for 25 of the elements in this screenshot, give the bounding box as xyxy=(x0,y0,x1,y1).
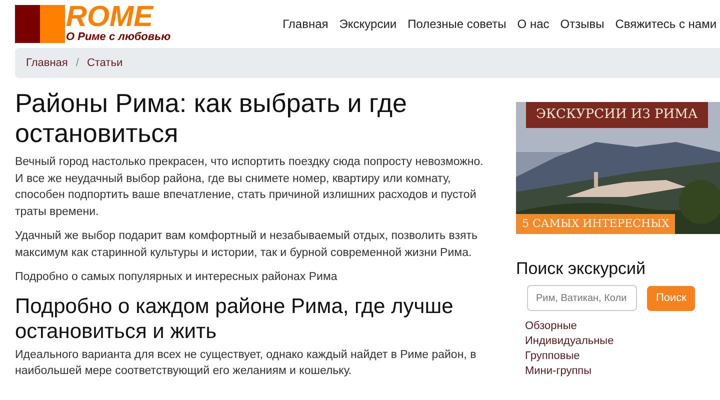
nav-link[interactable]: Полезные советы xyxy=(408,15,506,33)
nav-link[interactable]: Экскурсии xyxy=(339,15,397,33)
nav-link[interactable]: Главная xyxy=(282,15,328,33)
breadcrumb-link[interactable]: Главная xyxy=(26,54,68,72)
article-paragraph: Подробно о самых популярных и интересных районах Рима xyxy=(15,270,338,285)
article-paragraph: Вечный город настолько прекрасен, что испортить поездку сюда попросту невозможно. И все же неудачный выбор района, где вы снимете номер, квартиру или комнату, способен подпортить ваше впечатление, стать причиной излишних расходов и пустой траты времени. xyxy=(15,155,484,220)
logo-icon xyxy=(15,5,65,43)
article-title: Районы Рима: как выбрать и где остановиться xyxy=(15,88,408,148)
banner-caption: 5 САМЫХ ИНТЕРЕСНЫХ xyxy=(516,214,676,234)
nav-link[interactable]: Свяжитесь с нами xyxy=(615,15,717,33)
search-field[interactable]: Рим, Ватикан, Коли xyxy=(527,285,637,311)
search-title: Поиск экскурсий xyxy=(516,258,647,280)
breadcrumb-separator: / xyxy=(76,56,79,71)
article-paragraph: Идеального варианта для всех не существует, однако каждый найдет в Риме район, в наибольшей мере соответствующий его желаниям и кошельку. xyxy=(15,348,478,379)
category-link[interactable]: Мини-группы xyxy=(525,364,720,379)
nav-link[interactable]: Отзывы xyxy=(560,15,604,33)
nav-link[interactable]: О нас xyxy=(517,15,550,33)
logo-tagline: О Риме с любовью xyxy=(66,31,171,43)
category-link[interactable]: Групповые xyxy=(525,349,720,364)
breadcrumb-link[interactable]: Статьи xyxy=(86,54,123,72)
article-paragraph: Удачный же выбор подарит вам комфортный и незабываемый отдых, позволить взять максимум как старинной культуры и истории, так и бурной современной жизни Рима. xyxy=(15,229,478,260)
category-link[interactable]: Индивидуальные xyxy=(525,334,720,349)
category-link[interactable]: Обзорные xyxy=(525,319,720,334)
banner-title: ЭКСКУРСИИ ИЗ РИМА xyxy=(526,102,708,128)
section-heading: Подробно о каждом районе Рима, где лучше остановиться и жить xyxy=(15,294,454,344)
